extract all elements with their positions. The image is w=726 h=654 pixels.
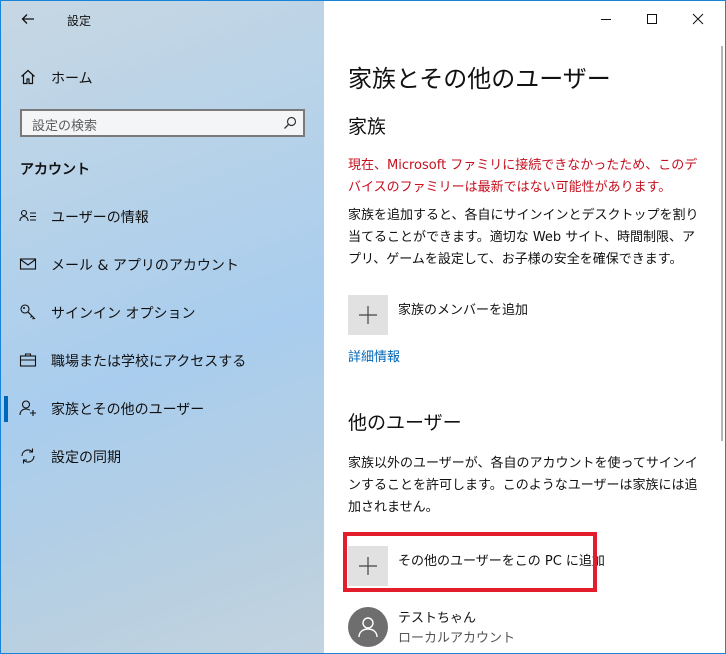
search-icon [284,116,297,129]
sidebar-item-label: 設定の同期 [51,450,121,466]
close-icon [692,13,704,25]
details-link[interactable]: 詳細情報 [348,346,400,365]
briefcase-icon [19,353,37,367]
app-title: 設定 [67,14,92,28]
search-input[interactable]: 設定の検索 [20,109,305,137]
sync-icon [21,448,35,464]
scrollbar[interactable] [721,46,723,441]
mail-icon [19,258,37,270]
add-family-member-button[interactable]: 家族のメンバーを追加 [348,295,678,335]
sidebar-item-label: 家族とその他のユーザー [51,402,205,418]
sidebar-item-email-accounts[interactable]: メール & アプリのアカウント [19,252,309,276]
person-add-icon [19,400,36,416]
family-warning-text: 現在、Microsoft ファミリに接続できなかったため、このデバイスのファミリ… [348,158,698,195]
family-heading: 家族 [348,116,387,138]
key-icon [20,304,36,320]
add-family-member-label: 家族のメンバーを追加 [398,303,529,318]
sidebar-item-user-info[interactable]: ユーザーの情報 [19,204,309,228]
title-bar: 設定 [1,1,324,37]
user-account-type: ローカルアカウント [398,631,516,646]
sidebar-item-label: メール & アプリのアカウント [51,258,239,274]
sidebar-item-sync[interactable]: 設定の同期 [19,444,309,468]
highlight-box [343,532,597,592]
sidebar-item-work-school[interactable]: 職場または学校にアクセスする [19,348,309,372]
person-icon [358,617,378,638]
page-title: 家族とその他のユーザー [348,65,611,93]
other-users-heading: 他のユーザー [348,412,462,434]
minimize-icon [601,19,611,20]
avatar [348,607,388,647]
section-title: アカウント [20,162,90,178]
nav-home-label: ホーム [51,71,93,87]
close-button[interactable] [675,1,721,37]
nav-home[interactable]: ホーム [19,65,309,89]
sidebar-item-sign-in-options[interactable]: サインイン オプション [19,300,309,324]
family-description: 家族を追加すると、各自にサインインとデスクトップを割り当てることができます。適切… [348,208,699,267]
sidebar-item-label: 職場または学校にアクセスする [51,354,247,370]
sidebar-item-family-other-users[interactable]: 家族とその他のユーザー [19,396,309,420]
search-placeholder: 設定の検索 [32,119,98,134]
local-user-item[interactable]: テストちゃん ローカルアカウント [348,605,648,649]
window-controls [565,1,725,37]
plus-tile [348,295,388,335]
user-name: テストちゃん [398,611,477,626]
maximize-button[interactable] [629,1,675,37]
sidebar-item-label: サインイン オプション [51,306,196,322]
home-icon [21,69,35,85]
minimize-button[interactable] [583,1,629,37]
back-arrow-icon [21,14,34,24]
settings-window: 設定 ホーム 設定の検索 アカウント ユーザーの情報 メール & アプリのアカウ… [0,0,726,654]
sidebar-item-label: ユーザーの情報 [51,210,149,226]
other-users-description: 家族以外のユーザーが、各自のアカウントを使ってサインインすることを許可します。こ… [348,456,698,515]
maximize-icon [647,14,657,24]
user-info-icon [19,209,36,222]
plus-icon [359,306,377,324]
selected-indicator [4,396,8,422]
sidebar: 設定 ホーム 設定の検索 アカウント ユーザーの情報 メール & アプリのアカウ… [1,1,324,653]
back-button[interactable] [15,9,41,29]
main-content: 家族とその他のユーザー 家族 現在、Microsoft ファミリに接続できなかっ… [324,1,725,653]
